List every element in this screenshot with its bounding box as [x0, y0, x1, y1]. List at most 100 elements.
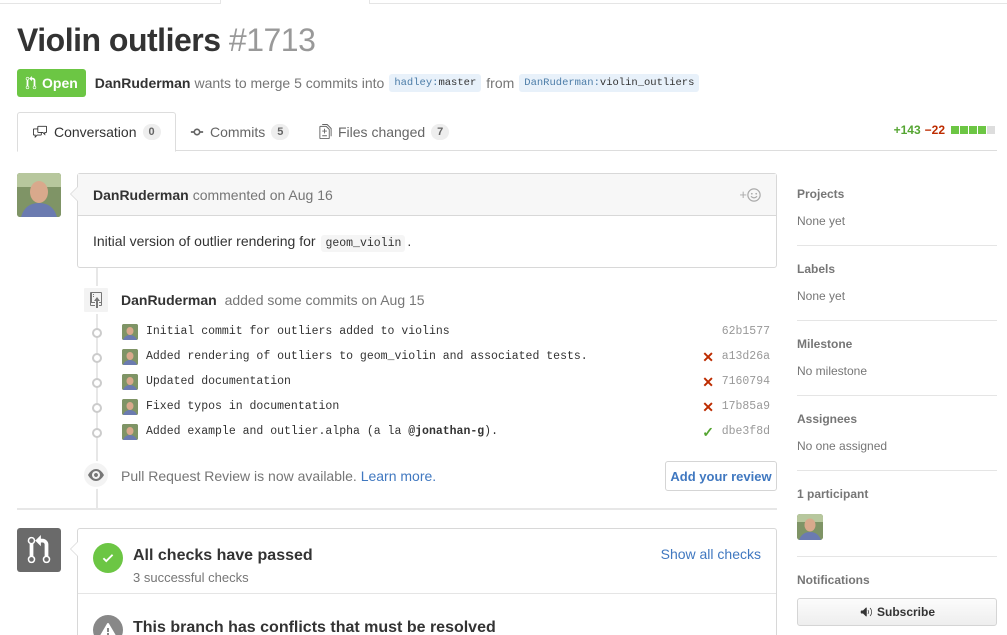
avatar-photo	[17, 173, 61, 217]
sidebar-participants: 1 participant	[797, 471, 997, 557]
commit-sha-link[interactable]: 7160794	[722, 375, 770, 388]
eye-icon-badge	[82, 461, 110, 489]
head-user: DanRuderman	[524, 77, 594, 89]
tab-files-changed[interactable]: Files changed 7	[319, 112, 450, 151]
event-action: added some commits on Aug 15	[224, 292, 425, 308]
sidebar-heading: Labels	[797, 262, 836, 276]
repo-push-icon-badge	[82, 286, 110, 314]
commit-avatar[interactable]	[122, 424, 138, 440]
learn-more-link[interactable]: Learn more.	[361, 468, 436, 484]
comment-body: Initial version of outlier rendering for…	[78, 216, 776, 267]
sidebar-value: No one assigned	[797, 439, 888, 453]
commit-row: Initial commit for outliers added to vio…	[86, 320, 776, 345]
git-pull-request-icon	[25, 76, 37, 90]
tab-commits[interactable]: Commits 5	[190, 112, 290, 151]
commit-message-link[interactable]: Updated documentation	[146, 375, 291, 388]
user-mention-link[interactable]: @jonathan-g	[408, 425, 484, 438]
commit-avatar[interactable]	[122, 374, 138, 390]
pr-meta: Open DanRuderman wants to merge 5 commit…	[17, 69, 704, 97]
event-author-link[interactable]: DanRuderman	[121, 292, 217, 308]
commit-message-link[interactable]: Initial commit for outliers added to vio…	[146, 325, 450, 338]
tab-conversation[interactable]: Conversation 0	[17, 112, 176, 152]
commit-avatar[interactable]	[122, 349, 138, 365]
comment-text: Initial version of outlier rendering for	[93, 233, 316, 249]
comment-author-link[interactable]: DanRuderman	[93, 187, 189, 203]
review-text: Pull Request Review is now available.	[121, 468, 357, 484]
commit-status-failure-icon[interactable]: ✕	[702, 399, 714, 416]
state-badge: Open	[17, 69, 86, 97]
sidebar-value: None yet	[797, 214, 846, 228]
tab-label: Commits	[210, 123, 266, 140]
commit-row: Added example and outlier.alpha (a la @j…	[86, 420, 776, 445]
checks-title: All checks have passed	[133, 547, 313, 564]
checks-row: All checks have passed 3 successful chec…	[78, 529, 776, 594]
commit-dot	[92, 378, 102, 388]
sidebar-projects[interactable]: Projects None yet	[797, 173, 997, 246]
sidebar-assignees[interactable]: Assignees No one assigned	[797, 396, 997, 471]
tab-count: 0	[142, 124, 161, 140]
notifications-heading: Notifications	[797, 573, 870, 587]
git-pull-request-icon	[27, 535, 51, 564]
eye-icon	[88, 469, 104, 481]
head-branch[interactable]: DanRuderman:violin_outliers	[519, 74, 700, 92]
commit-message-link[interactable]: Added example and outlier.alpha (a la @j…	[146, 425, 498, 438]
diffstat-block	[960, 126, 968, 134]
show-all-checks-link[interactable]: Show all checks	[661, 546, 761, 562]
commit-row: Added rendering of outliers to geom_viol…	[86, 345, 776, 370]
commit-row: Updated documentation ✕ 7160794	[86, 370, 776, 395]
check-circle-icon	[93, 543, 123, 573]
merge-text: wants to merge 5 commits into	[194, 75, 385, 91]
participant-avatar[interactable]	[797, 514, 823, 540]
merge-status-box: All checks have passed 3 successful chec…	[70, 528, 777, 635]
pr-title: Violin outliers	[17, 22, 221, 58]
commit-dot	[92, 328, 102, 338]
commit-sha-link[interactable]: dbe3f8d	[722, 425, 770, 438]
sidebar-milestone[interactable]: Milestone No milestone	[797, 321, 997, 396]
comment-text-suffix: .	[407, 233, 412, 249]
diffstat-block	[969, 126, 977, 134]
author-avatar[interactable]	[17, 173, 61, 217]
commit-status-failure-icon[interactable]: ✕	[702, 374, 714, 391]
comment-code: geom_violin	[321, 235, 406, 252]
diffstat-block	[951, 126, 959, 134]
subscribe-label: Subscribe	[876, 605, 936, 619]
comment-header: DanRuderman commented on Aug 16 +	[78, 174, 776, 216]
repo-push-icon	[90, 292, 102, 308]
smiley-icon	[747, 187, 761, 202]
diffstat[interactable]: +143 −22	[894, 123, 995, 137]
sidebar-heading: Milestone	[797, 337, 853, 351]
commit-sha-link[interactable]: a13d26a	[722, 350, 770, 363]
add-review-button[interactable]: Add your review	[665, 461, 777, 491]
pr-author-link[interactable]: DanRuderman	[95, 75, 191, 91]
review-notice: Pull Request Review is now available. Le…	[121, 468, 436, 484]
unmute-icon	[860, 607, 872, 617]
commit-status-success-icon[interactable]: ✓	[702, 424, 714, 441]
add-reaction-button[interactable]: +	[739, 187, 761, 202]
commit-sha-link[interactable]: 17b85a9	[722, 400, 770, 413]
commit-avatar[interactable]	[122, 399, 138, 415]
page-title: Violin outliers #1713	[17, 22, 316, 59]
commit-avatar[interactable]	[122, 324, 138, 340]
from-text: from	[486, 75, 515, 91]
sidebar-heading: 1 participant	[797, 487, 869, 501]
tab-label: Conversation	[54, 124, 137, 140]
commit-sha-link[interactable]: 62b1577	[722, 325, 770, 338]
commits-event-title: DanRuderman added some commits on Aug 15	[121, 292, 425, 308]
sidebar-labels[interactable]: Labels None yet	[797, 246, 997, 321]
checks-subtitle: 3 successful checks	[133, 570, 249, 585]
sidebar-heading: Projects	[797, 187, 845, 201]
subscribe-button[interactable]: Subscribe	[797, 598, 997, 626]
commit-dot	[92, 353, 102, 363]
commit-status-failure-icon[interactable]: ✕	[702, 349, 714, 366]
diffstat-deletions: −22	[924, 123, 945, 137]
commit-message-link[interactable]: Fixed typos in documentation	[146, 400, 339, 413]
top-header-edge	[0, 0, 1007, 4]
diff-icon	[319, 124, 332, 139]
sidebar-value: No milestone	[797, 364, 868, 378]
comment-timestamp[interactable]: commented on Aug 16	[193, 187, 333, 203]
base-branch[interactable]: hadley:master	[389, 74, 482, 92]
timeline-divider	[17, 508, 777, 510]
state-label: Open	[42, 75, 78, 91]
commit-message-link[interactable]: Added rendering of outliers to geom_viol…	[146, 350, 588, 363]
tab-count: 5	[271, 123, 290, 140]
